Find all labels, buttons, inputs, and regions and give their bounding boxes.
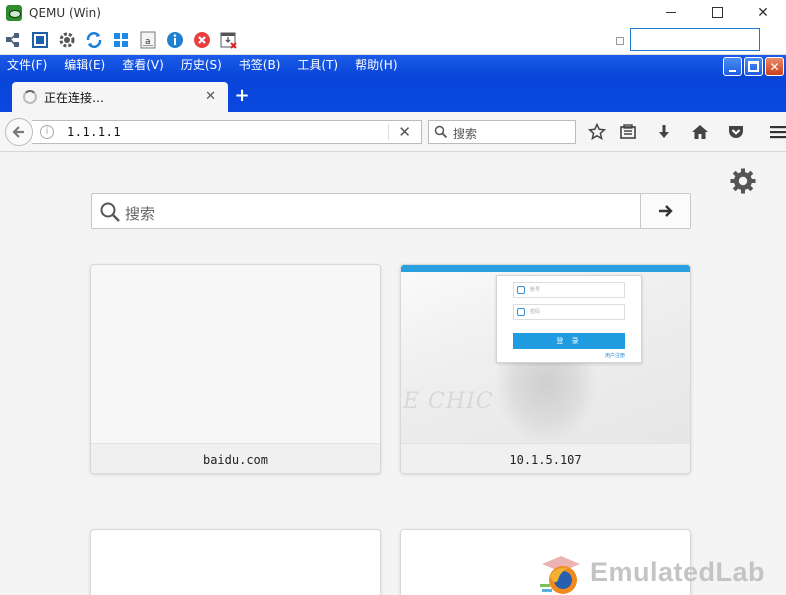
search-go-button[interactable] <box>640 194 690 228</box>
search-bar[interactable]: 搜索 <box>428 120 576 144</box>
qemu-toolbar: a <box>0 25 786 55</box>
search-placeholder: 搜索 <box>453 127 478 141</box>
top-site-tile[interactable]: baidu.com <box>90 264 381 474</box>
pocket-icon[interactable] <box>726 122 746 142</box>
menu-view[interactable]: 查看(V) <box>122 56 164 73</box>
tile-label: 10.1.5.107 <box>401 443 690 473</box>
page-search-box[interactable]: 搜索 <box>91 193 691 229</box>
menu-file[interactable]: 文件(F) <box>7 56 47 73</box>
window-title: QEMU (Win) <box>29 5 101 20</box>
firefox-close-button[interactable] <box>765 57 784 76</box>
thumbnail-register-link: 用户注册 <box>604 353 625 359</box>
back-button[interactable] <box>5 118 33 146</box>
firefox-restore-button[interactable] <box>744 57 763 76</box>
downloads-icon[interactable] <box>654 122 674 142</box>
disconnect-icon[interactable] <box>219 30 239 50</box>
loading-spinner-icon <box>23 90 37 104</box>
hamburger-menu-icon[interactable] <box>767 122 786 142</box>
windows-icon[interactable] <box>111 30 131 50</box>
site-info-icon[interactable]: i <box>40 125 54 139</box>
stop-icon[interactable] <box>192 30 212 50</box>
vm-network-icon[interactable] <box>3 30 23 50</box>
thumbnail-brand-text: E CHIC <box>403 389 494 414</box>
tab-current[interactable]: 正在连接… ✕ <box>12 82 228 112</box>
back-arrow-icon <box>12 126 24 138</box>
thumbnail-login-button: 登 录 <box>513 333 625 349</box>
thumbnail-header-bar <box>401 265 690 272</box>
url-clear-icon[interactable]: ✕ <box>398 123 411 141</box>
watermark: EmulatedLab <box>538 550 786 595</box>
menu-tools[interactable]: 工具(T) <box>297 56 338 73</box>
home-icon[interactable] <box>690 122 710 142</box>
fullscreen-icon[interactable] <box>30 30 50 50</box>
arrow-right-icon <box>658 205 673 217</box>
firefox-titlebar: 文件(F) 编辑(E) 查看(V) 历史(S) 书签(B) 工具(T) 帮助(H… <box>0 55 786 112</box>
tab-close-icon[interactable]: ✕ <box>205 89 216 104</box>
firefox-minimize-button[interactable] <box>723 57 742 76</box>
toolbar-toggle-box[interactable] <box>616 37 624 45</box>
qemu-logo-icon <box>6 4 22 21</box>
customize-gear-icon[interactable] <box>729 167 757 195</box>
tab-title: 正在连接… <box>44 90 105 105</box>
thumbnail-username-field: 账号 <box>513 282 625 298</box>
new-tab-button[interactable]: + <box>233 86 251 106</box>
search-icon <box>100 202 120 222</box>
text-document-icon[interactable]: a <box>138 30 158 50</box>
minimize-button[interactable] <box>648 0 694 25</box>
new-tab-page: 搜索 baidu.com E CHIC 账号 密码 登 录 用户注册 10.1.… <box>0 153 786 595</box>
navigation-toolbar: i 1.1.1.1 ✕ 搜索 <box>0 112 786 152</box>
top-site-tile[interactable]: E CHIC 账号 密码 登 录 用户注册 10.1.5.107 <box>400 264 691 474</box>
tile-thumbnail: E CHIC 账号 密码 登 录 用户注册 <box>401 265 690 443</box>
refresh-icon[interactable] <box>84 30 104 50</box>
close-button[interactable]: ✕ <box>740 0 786 25</box>
menu-bar: 文件(F) 编辑(E) 查看(V) 历史(S) 书签(B) 工具(T) 帮助(H… <box>0 55 408 73</box>
watermark-text: EmulatedLab <box>590 557 766 587</box>
url-bar[interactable]: i 1.1.1.1 ✕ <box>32 120 422 144</box>
search-icon <box>434 125 448 139</box>
top-site-tile[interactable] <box>90 529 381 595</box>
qemu-title-bar: QEMU (Win) ✕ <box>0 0 786 25</box>
menu-edit[interactable]: 编辑(E) <box>64 56 105 73</box>
maximize-button[interactable] <box>694 0 740 25</box>
menu-help[interactable]: 帮助(H) <box>355 56 397 73</box>
bookmark-star-icon[interactable] <box>587 122 607 142</box>
thumbnail-password-field: 密码 <box>513 304 625 320</box>
menu-history[interactable]: 历史(S) <box>181 56 222 73</box>
info-icon[interactable] <box>165 30 185 50</box>
tile-label: baidu.com <box>91 443 380 473</box>
settings-icon[interactable] <box>57 30 77 50</box>
tile-thumbnail <box>91 265 380 443</box>
reading-list-icon[interactable] <box>618 122 638 142</box>
url-text[interactable]: 1.1.1.1 <box>67 125 121 139</box>
thumbnail-login-panel: 账号 密码 登 录 用户注册 <box>496 275 642 363</box>
page-search-placeholder: 搜索 <box>125 205 156 223</box>
emulatedlab-logo-icon <box>538 550 584 595</box>
qemu-command-input[interactable] <box>630 28 760 51</box>
menu-bookmarks[interactable]: 书签(B) <box>239 56 281 73</box>
